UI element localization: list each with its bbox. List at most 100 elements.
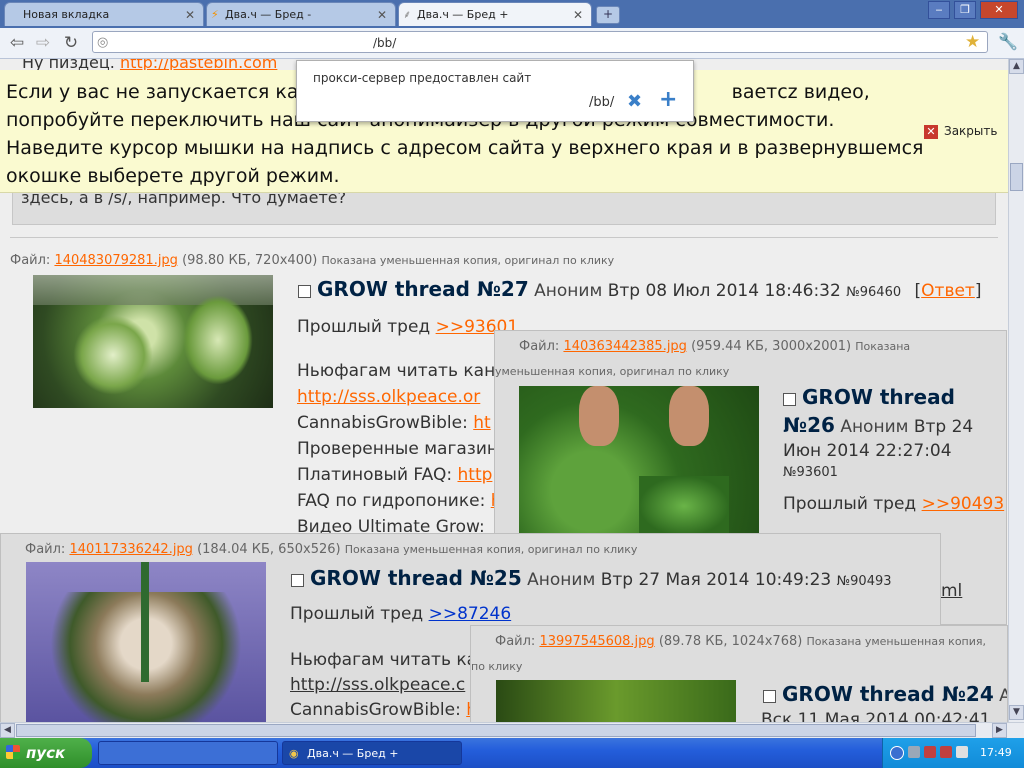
scroll-up-icon[interactable]: ▲ [1009, 59, 1024, 74]
post-number[interactable]: №90493 [837, 574, 892, 589]
tab-close-icon[interactable]: ✕ [185, 3, 195, 27]
thumb-note: уменьшенная копия, оригинал по клику [495, 365, 730, 378]
vertical-scrollbar[interactable]: ▲ ▼ [1008, 59, 1024, 722]
post26-subject: GROW thread [802, 385, 955, 409]
post26-subject-num: №26 [783, 413, 835, 437]
post24-file-link[interactable]: 13997545608.jpg [539, 634, 654, 649]
divider [10, 237, 998, 238]
body-line: Платиновый FAQ: http [297, 465, 497, 491]
minimize-button[interactable]: ‒ [928, 1, 950, 19]
remove-icon[interactable]: ✖ [627, 91, 642, 112]
post25-file-link[interactable]: 140117336242.jpg [69, 542, 193, 557]
taskbar-item-other[interactable] [98, 741, 278, 765]
taskbar-item-browser[interactable]: ◉ Два.ч — Бред + [282, 741, 462, 765]
network-icon[interactable] [924, 746, 936, 758]
maximize-button[interactable]: ❐ [954, 1, 976, 19]
post-checkbox[interactable] [298, 284, 311, 298]
scroll-left-icon[interactable]: ◀ [0, 723, 15, 738]
new-tab-button[interactable]: + [596, 6, 620, 24]
body-line: CannabisGrowBible: ht [297, 413, 497, 439]
body-link[interactable]: ht [473, 413, 490, 433]
post26-thumbnail[interactable] [519, 386, 759, 536]
post-number[interactable]: №93601 [783, 465, 998, 480]
file-size: (98.80 КБ, 720x400) [182, 253, 318, 268]
tab-close-icon[interactable]: ✕ [573, 3, 583, 27]
post24-header: GROW thread №24 Ан [763, 682, 1007, 706]
wrench-icon[interactable]: 🔧 [998, 32, 1018, 51]
body-link[interactable]: http [458, 465, 493, 485]
close-label: Закрыть [944, 124, 998, 138]
post27-file-link[interactable]: 140483079281.jpg [54, 253, 178, 268]
tab-label: Новая вкладка [23, 8, 110, 21]
post-date: Втр 08 Июл 2014 18:46:32 [607, 281, 841, 301]
tab-bred-plus[interactable]: ⸙ Два.ч — Бред + ✕ [398, 2, 592, 26]
post26-file-info: Файл: 140363442385.jpg (959.44 КБ, 3000x… [519, 339, 910, 354]
post24-preview: Файл: 13997545608.jpg (89.78 КБ, 1024x76… [470, 625, 1008, 722]
post24-thumbnail[interactable] [496, 680, 736, 722]
network-icon[interactable] [908, 746, 920, 758]
start-button[interactable]: пуск [0, 738, 92, 768]
thumb-note: Показана уменьшенная копия, оригинал по … [321, 254, 615, 267]
prev-label: Прошлый тред [297, 317, 431, 337]
tab-close-icon[interactable]: ✕ [377, 3, 387, 27]
clock: 17:49 [980, 746, 1012, 759]
reload-icon[interactable]: ↻ [60, 32, 82, 54]
address-bar[interactable]: ◎ /bb/ [92, 31, 988, 53]
browser-icon: ◉ [289, 747, 299, 760]
header-line: №26 Аноним Втр 24 [783, 413, 998, 437]
proxy-popup: прокси-сервер предоставлен сайт /bb/ ✖ + [296, 60, 694, 122]
windows-logo-icon [6, 745, 20, 759]
post-number[interactable]: №96460 [846, 285, 901, 300]
post27-thumbnail[interactable] [33, 275, 273, 408]
notice-text-start: Если у вас не запускается кака [6, 81, 322, 103]
back-icon[interactable]: ⇦ [6, 32, 28, 54]
prev-thread-link[interactable]: >>90493 [922, 494, 1005, 514]
close-icon: ✕ [924, 124, 938, 139]
scroll-thumb[interactable] [16, 724, 976, 737]
post-date: Вск 11 Мая 2014 00:42:41 [761, 710, 991, 722]
bracket: ] [974, 281, 982, 301]
post27-file-info: Файл: 140483079281.jpg (98.80 КБ, 720x40… [10, 253, 614, 268]
volume-icon[interactable] [956, 746, 968, 758]
file-label: Файл: [25, 542, 66, 557]
tab-label: Два.ч — Бред - [225, 8, 312, 21]
body-link[interactable]: http://sss.olkpeace.c [290, 675, 465, 695]
post25-file-info: Файл: 140117336242.jpg (184.04 КБ, 650x5… [25, 542, 637, 557]
forward-icon[interactable]: ⇨ [32, 32, 54, 54]
post24-subject: GROW thread №24 [782, 682, 994, 706]
post25-header: GROW thread №25 Аноним Втр 27 Мая 2014 1… [291, 566, 892, 590]
poster-name: Аноним [534, 281, 603, 301]
post26-file-link[interactable]: 140363442385.jpg [563, 339, 687, 354]
file-label: Файл: [519, 339, 560, 354]
post-checkbox[interactable] [763, 689, 776, 703]
body-link[interactable]: ml [941, 581, 962, 601]
reply-link[interactable]: Ответ [921, 281, 975, 301]
tray-arrow-icon[interactable] [890, 746, 904, 760]
post-checkbox[interactable] [291, 573, 304, 587]
post25-thumbnail[interactable] [26, 562, 266, 722]
thumb-note: Показана уменьшенная копия, оригинал по … [344, 543, 638, 556]
window-close-button[interactable]: ✕ [980, 1, 1018, 19]
scroll-down-icon[interactable]: ▼ [1009, 705, 1024, 720]
prev-label: Прошлый тред [290, 604, 424, 624]
start-label: пуск [26, 744, 66, 762]
poster-name: Ан [999, 686, 1007, 706]
post27-subject: GROW thread №27 [317, 277, 529, 301]
tab-new[interactable]: Новая вкладка ✕ [4, 2, 204, 26]
file-label: Файл: [10, 253, 51, 268]
body-link[interactable]: http://sss.olkpeace.or [297, 387, 480, 407]
body-text: CannabisGrowBible: [290, 700, 461, 720]
notice-close-button[interactable]: ✕ Закрыть [924, 124, 997, 139]
scroll-thumb[interactable] [1010, 163, 1023, 191]
prev-thread-link[interactable]: >>87246 [429, 604, 512, 624]
prev-thread: Прошлый тред >>90493 [783, 494, 1004, 514]
thumb-note: Показана уменьшенная копия, [806, 635, 987, 648]
bookmark-star-icon[interactable]: ★ [965, 32, 980, 52]
tab-bred-minus[interactable]: ⚡ Два.ч — Бред - ✕ [206, 2, 396, 26]
thumb-note: Показана [855, 340, 911, 353]
network-icon[interactable] [940, 746, 952, 758]
post-checkbox[interactable] [783, 392, 796, 406]
horizontal-scrollbar[interactable]: ◀ ▶ [0, 722, 1024, 738]
scroll-right-icon[interactable]: ▶ [992, 723, 1007, 738]
add-icon[interactable]: + [659, 87, 677, 112]
